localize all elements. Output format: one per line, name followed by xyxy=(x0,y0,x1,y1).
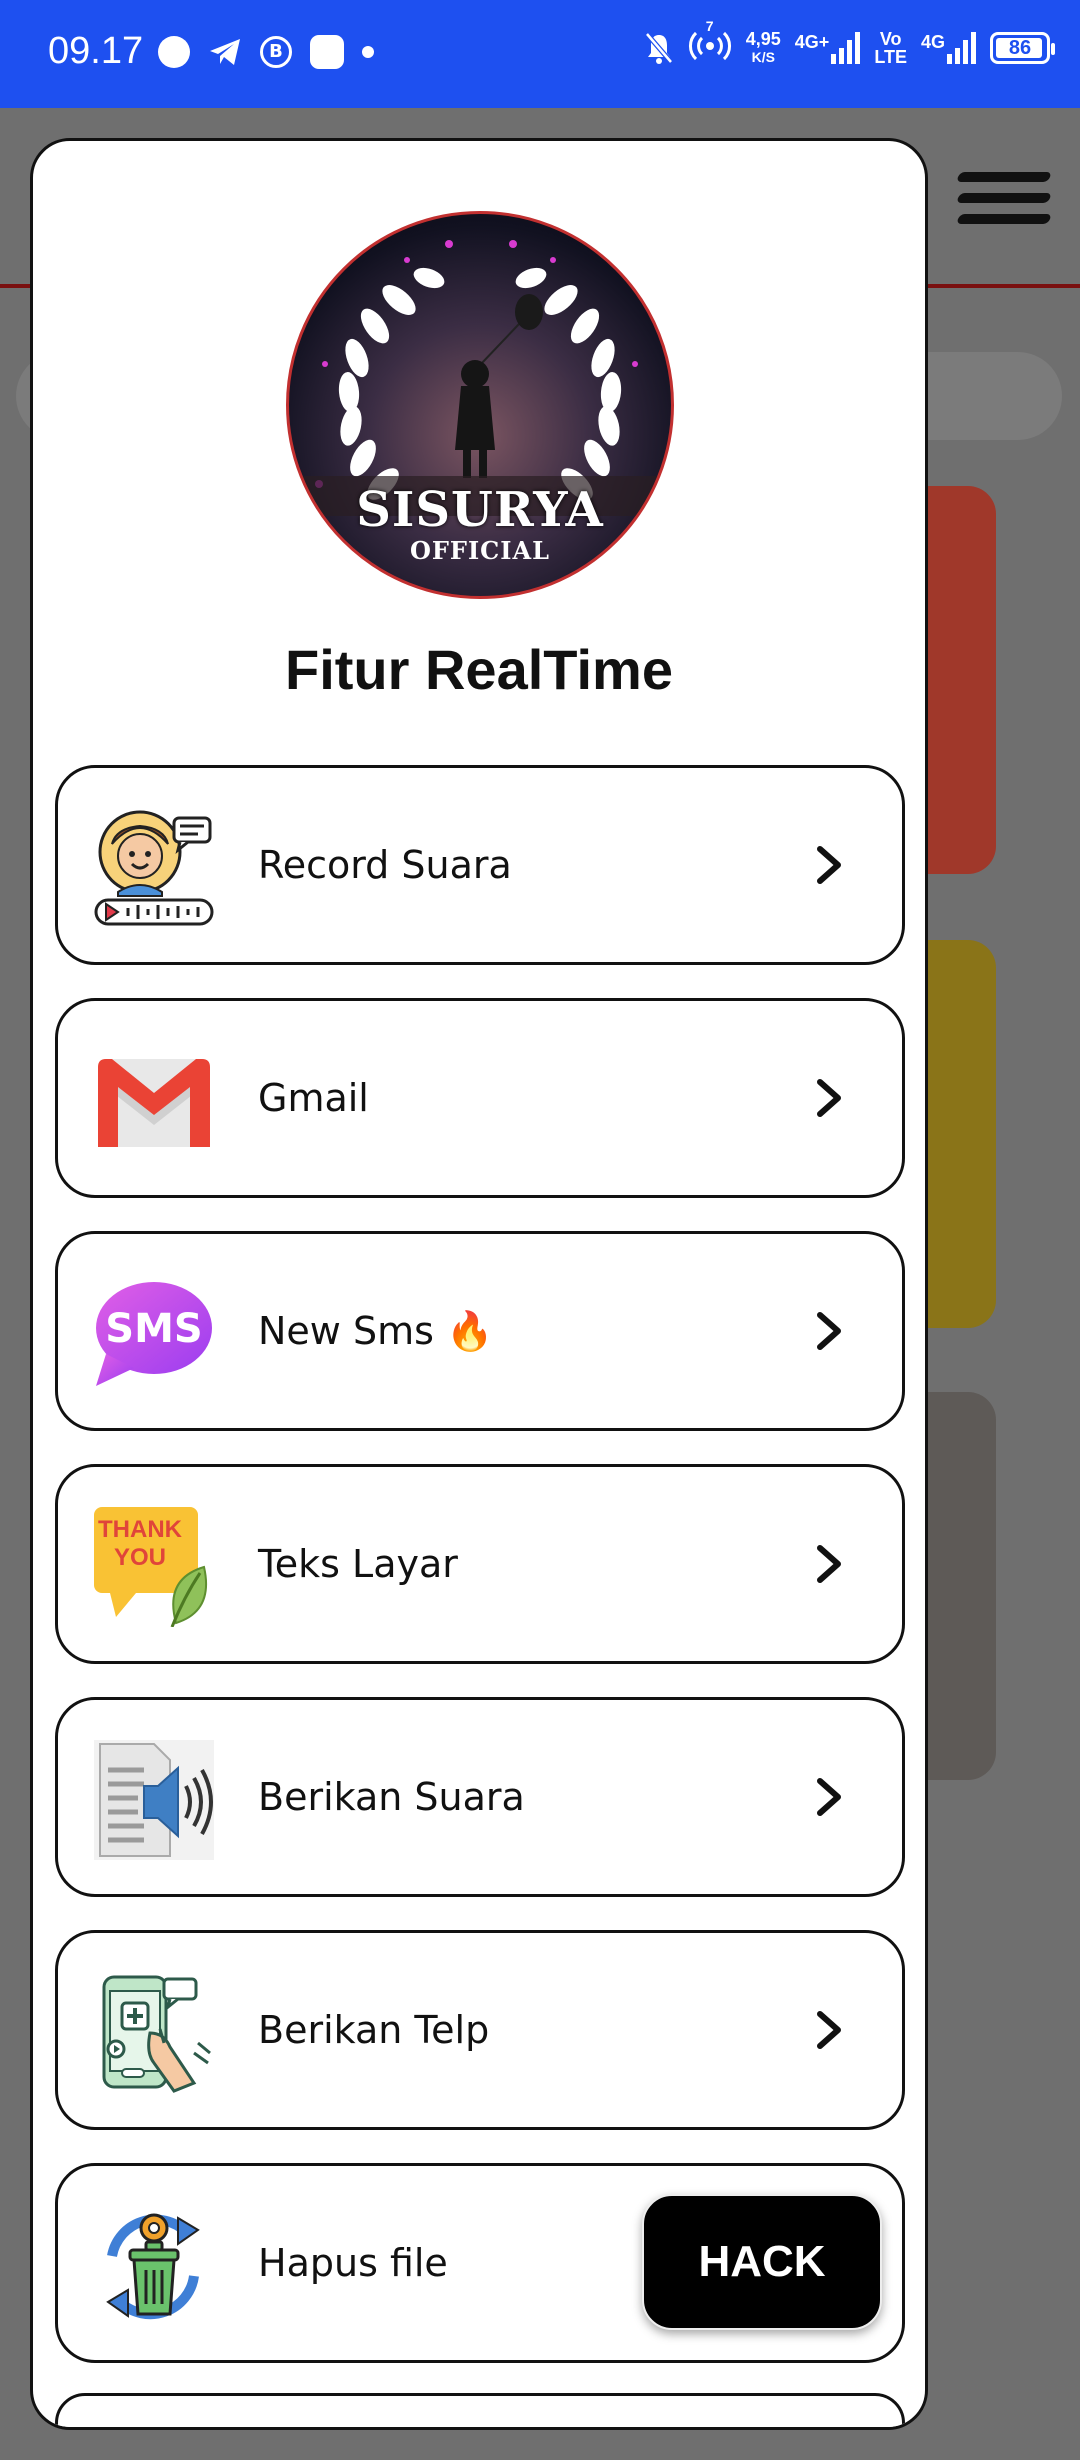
sms-icon-text: SMS xyxy=(105,1306,202,1352)
signal-bars-2-icon xyxy=(947,31,976,64)
feature-item-label: Berikan Suara xyxy=(258,1775,525,1819)
thank-you-note-icon: THANK YOU xyxy=(94,1507,208,1627)
hotspot-badge: 7 xyxy=(705,18,714,34)
dialog-title: Fitur RealTime xyxy=(285,638,673,701)
signal-2: 4G xyxy=(920,31,976,64)
feature-item-partial[interactable] xyxy=(55,2393,905,2427)
net-speed-unit: K/S xyxy=(751,48,775,65)
net-speed-value: 4,95 xyxy=(745,28,781,49)
sms-icon: SMS xyxy=(96,1282,212,1386)
app-notification-icon xyxy=(310,35,344,69)
feature-item-new-sms[interactable]: SMS New Sms 🔥 xyxy=(55,1231,905,1431)
b-badge-icon: B xyxy=(260,36,292,68)
network-type-1: 4G+ xyxy=(794,31,830,52)
features-dialog: SISURYA OFFICIAL Fitur RealTime Record S… xyxy=(30,138,928,2430)
mute-bell-icon xyxy=(644,31,673,64)
phone-touch-icon xyxy=(102,1975,211,2093)
thank-you-text-2: YOU xyxy=(114,1544,166,1571)
status-right: 7 4,95 K/S 4G+ Vo LTE 4G 86 xyxy=(644,18,1055,67)
hamburger-menu-icon[interactable] xyxy=(956,172,1052,224)
chevron-right-icon xyxy=(817,1778,841,1816)
chevron-right-icon xyxy=(817,1312,841,1350)
volte-indicator: Vo LTE xyxy=(874,30,907,66)
feature-item-label: New Sms 🔥 xyxy=(258,1309,494,1353)
battery-level: 86 xyxy=(1008,36,1032,59)
volte-bottom: LTE xyxy=(874,46,907,67)
chevron-right-icon xyxy=(817,1079,841,1117)
chevron-right-icon xyxy=(817,2011,841,2049)
volte-top: Vo xyxy=(879,28,902,49)
feature-item-label: Teks Layar xyxy=(258,1542,458,1586)
notification-dot-icon xyxy=(158,36,190,68)
telegram-icon xyxy=(210,39,240,65)
speaker-document-icon xyxy=(94,1740,214,1860)
signal-1: 4G+ xyxy=(794,31,861,64)
chevron-right-icon xyxy=(817,846,841,884)
delete-file-icon xyxy=(106,2213,200,2320)
hotspot-icon: 7 xyxy=(688,18,732,67)
thank-you-text-1: THANK xyxy=(98,1516,183,1543)
chevron-right-icon xyxy=(817,1545,841,1583)
logo-sub-text: OFFICIAL xyxy=(409,536,551,565)
hack-button[interactable]: HACK xyxy=(642,2194,882,2330)
feature-item-record-suara[interactable]: Record Suara xyxy=(55,765,905,965)
feature-item-teks-layar[interactable]: THANK YOU Teks Layar xyxy=(55,1464,905,1664)
logo-brand-text: SISURYA xyxy=(356,482,604,538)
feature-item-label: Berikan Telp xyxy=(258,2008,490,2052)
feature-item-berikan-telp[interactable]: Berikan Telp xyxy=(55,1930,905,2130)
status-bar: 09.17 B 7 4,95 K/S 4G+ Vo LTE 4G 86 xyxy=(0,0,1080,108)
battery-icon: 86 xyxy=(990,31,1055,64)
net-speed: 4,95 K/S xyxy=(746,30,781,66)
more-notifications-icon xyxy=(362,46,374,58)
network-type-2: 4G xyxy=(920,31,945,52)
profile-logo: SISURYA OFFICIAL xyxy=(286,211,674,599)
feature-item-label: Record Suara xyxy=(258,843,512,887)
gmail-icon xyxy=(98,1059,210,1147)
feature-item-gmail[interactable]: Gmail xyxy=(55,998,905,1198)
voice-record-icon xyxy=(94,810,214,926)
feature-item-label: Gmail xyxy=(258,1076,369,1120)
signal-bars-1-icon xyxy=(831,31,861,64)
notification-icons: B xyxy=(158,35,374,69)
feature-item-label: Hapus file xyxy=(258,2241,448,2285)
status-time: 09.17 xyxy=(48,30,144,72)
feature-item-berikan-suara[interactable]: Berikan Suara xyxy=(55,1697,905,1897)
